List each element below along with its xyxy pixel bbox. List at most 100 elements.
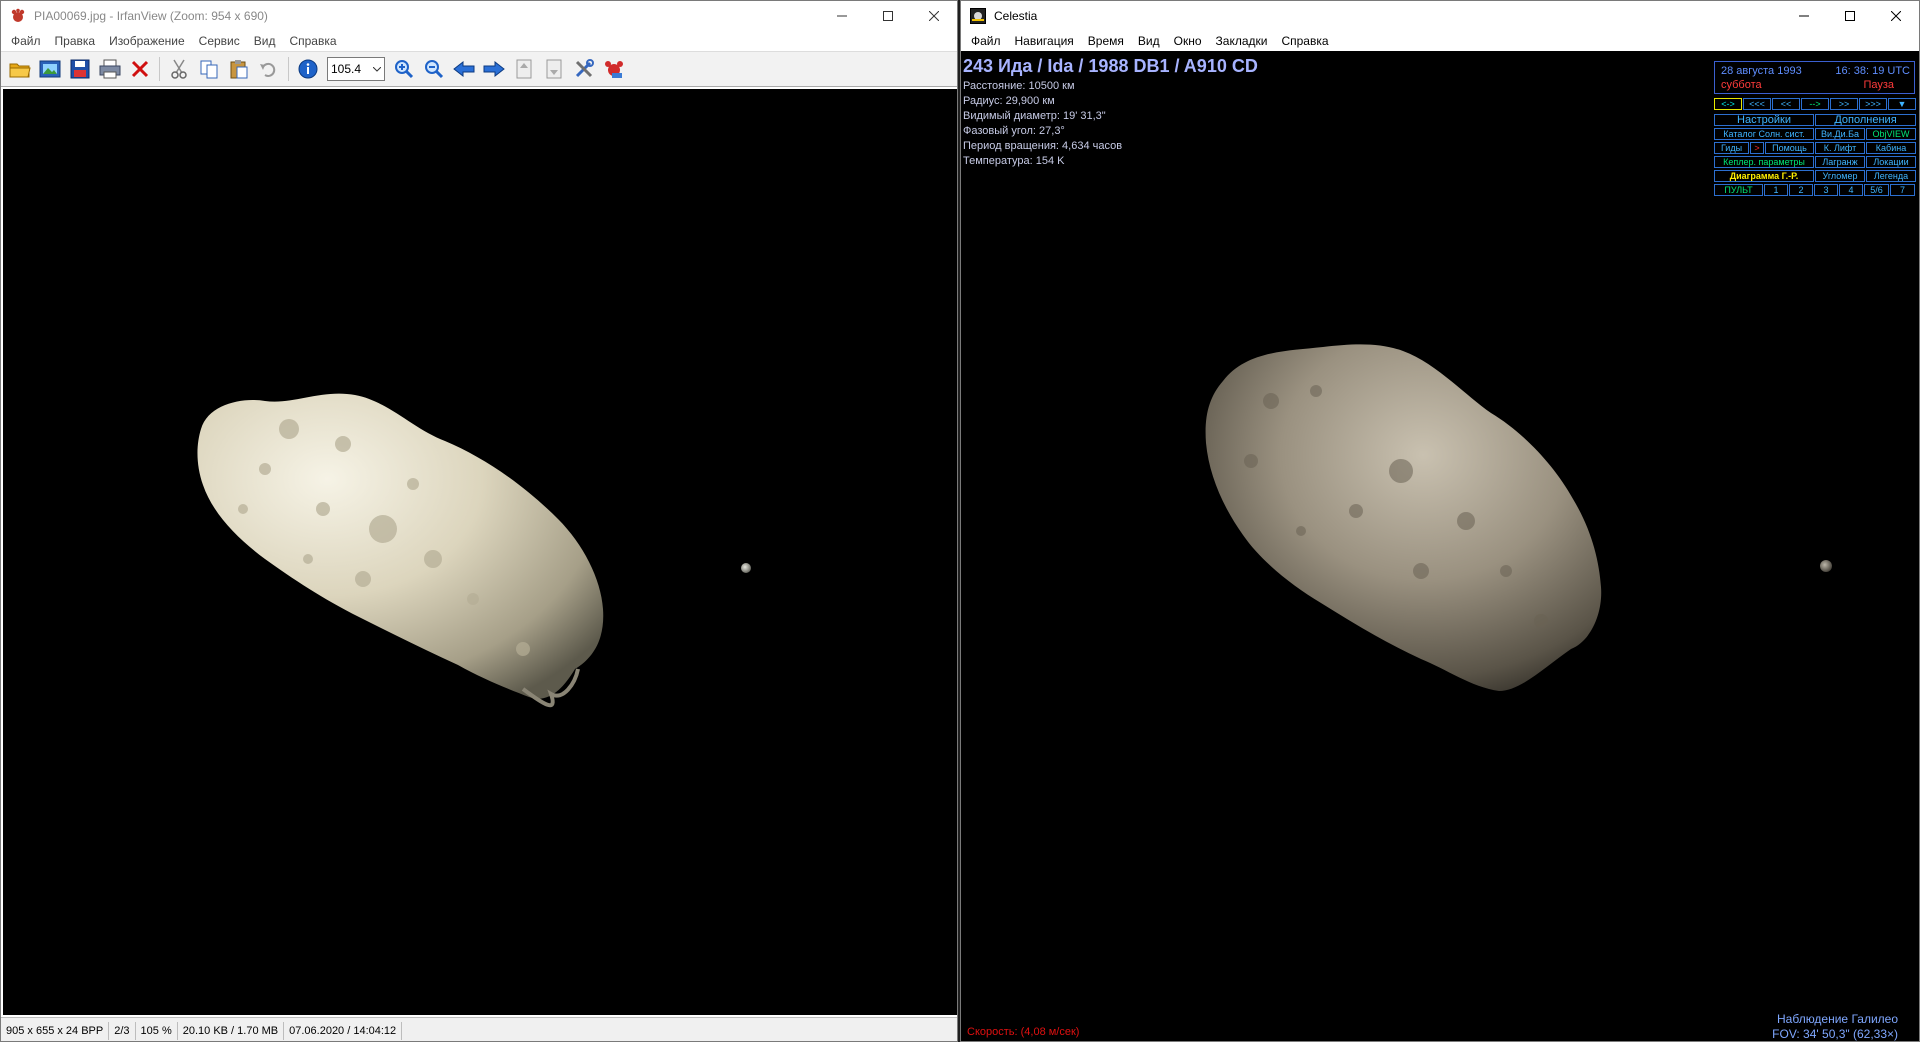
solar-catalog-button[interactable]: Каталог Солн. сист. bbox=[1714, 128, 1814, 140]
clock-date: 28 августа 1993 bbox=[1721, 65, 1802, 77]
irfanview-titlebar[interactable]: PIA00069.jpg - IrfanView (Zoom: 954 x 69… bbox=[1, 1, 957, 31]
chevron-down-icon[interactable] bbox=[370, 58, 384, 80]
info-radius: Радиус: 29,900 км bbox=[963, 95, 1055, 107]
objview-button[interactable]: ObjVIEW bbox=[1866, 128, 1916, 140]
paste-icon[interactable] bbox=[226, 56, 252, 82]
reverse-time-button[interactable]: <-> bbox=[1714, 98, 1742, 110]
hr-diagram-button[interactable]: Диаграмма Г.-Р. bbox=[1714, 170, 1814, 182]
help-button[interactable]: Помощь bbox=[1765, 142, 1814, 154]
next-icon[interactable] bbox=[481, 56, 507, 82]
menu-window[interactable]: Окно bbox=[1167, 34, 1209, 48]
status-dimensions: 905 x 655 x 24 BPP bbox=[1, 1021, 110, 1040]
panel-row: Каталог Солн. сист. Ви.Ди.Ба ObjVIEW bbox=[1714, 128, 1916, 140]
object-info: Расстояние: 10500 км Радиус: 29,900 км В… bbox=[963, 79, 1122, 169]
lagrange-button[interactable]: Лагранж bbox=[1815, 156, 1865, 168]
rewind-button[interactable]: << bbox=[1772, 98, 1800, 110]
menu-file[interactable]: Файл bbox=[964, 34, 1008, 48]
panel-row: Диаграмма Г.-Р. Угломер Легенда bbox=[1714, 170, 1916, 182]
protractor-button[interactable]: Угломер bbox=[1815, 170, 1865, 182]
panel-row: Гиды > Помощь К. Лифт Кабина bbox=[1714, 142, 1916, 154]
preset-7-button[interactable]: 7 bbox=[1890, 184, 1915, 196]
panel-row: ПУЛЬТ 1 2 3 4 5/6 7 bbox=[1714, 184, 1916, 196]
preset-2-button[interactable]: 2 bbox=[1789, 184, 1813, 196]
object-title: 243 Ида / Ida / 1988 DB1 / A910 CD bbox=[963, 56, 1258, 76]
print-icon[interactable] bbox=[97, 56, 123, 82]
toolbar-separator bbox=[288, 57, 289, 81]
settings-button[interactable]: Настройки bbox=[1714, 114, 1814, 126]
menu-image[interactable]: Изображение bbox=[102, 34, 192, 48]
panel-toggle-button[interactable]: ▼ bbox=[1888, 98, 1916, 110]
menu-help[interactable]: Справка bbox=[1274, 34, 1335, 48]
celestia-titlebar[interactable]: Celestia bbox=[961, 1, 1919, 31]
legend-button[interactable]: Легенда bbox=[1866, 170, 1916, 182]
panel-row: Кеплер. параметры Лагранж Локации bbox=[1714, 156, 1916, 168]
cabin-button[interactable]: Кабина bbox=[1866, 142, 1916, 154]
maximize-button[interactable] bbox=[1827, 1, 1873, 31]
wikidb-button[interactable]: Ви.Ди.Ба bbox=[1815, 128, 1865, 140]
close-button[interactable] bbox=[1873, 1, 1919, 31]
settings-icon[interactable] bbox=[571, 56, 597, 82]
copy-icon[interactable] bbox=[196, 56, 222, 82]
addons-button[interactable]: Дополнения bbox=[1815, 114, 1916, 126]
time-display: 28 августа 1993 16: 38: 19 UTC суббота П… bbox=[1714, 61, 1915, 94]
menu-time[interactable]: Время bbox=[1081, 34, 1131, 48]
cut-icon[interactable] bbox=[166, 56, 192, 82]
save-icon[interactable] bbox=[67, 56, 93, 82]
clock-weekday: суббота bbox=[1721, 79, 1762, 91]
maximize-button[interactable] bbox=[865, 1, 911, 31]
speed-readout: Скорость: (4,08 м/сек) bbox=[967, 1026, 1080, 1038]
slideshow-icon[interactable] bbox=[37, 56, 63, 82]
celestia-3d-view[interactable]: 243 Ида / Ida / 1988 DB1 / A910 CD Расст… bbox=[961, 51, 1919, 1041]
preset-1-button[interactable]: 1 bbox=[1764, 184, 1788, 196]
preset-56-button[interactable]: 5/6 bbox=[1864, 184, 1889, 196]
open-folder-icon[interactable] bbox=[7, 56, 33, 82]
info-icon[interactable] bbox=[295, 56, 321, 82]
menu-file[interactable]: Файл bbox=[4, 34, 48, 48]
zoom-in-icon[interactable] bbox=[391, 56, 417, 82]
locations-button[interactable]: Локации bbox=[1866, 156, 1916, 168]
preset-3-button[interactable]: 3 bbox=[1814, 184, 1838, 196]
irfanview-window: PIA00069.jpg - IrfanView (Zoom: 954 x 69… bbox=[0, 0, 958, 1042]
zoom-out-icon[interactable] bbox=[421, 56, 447, 82]
asteroid-ida-image bbox=[197, 393, 751, 708]
undo-icon[interactable] bbox=[256, 56, 282, 82]
irfanview-toolbar: 105.4 bbox=[1, 51, 957, 87]
previous-icon[interactable] bbox=[451, 56, 477, 82]
menu-view[interactable]: Вид bbox=[1131, 34, 1167, 48]
menu-bookmarks[interactable]: Закладки bbox=[1209, 34, 1275, 48]
fastest-forward-button[interactable]: >>> bbox=[1859, 98, 1887, 110]
close-button[interactable] bbox=[911, 1, 957, 31]
minimize-button[interactable] bbox=[819, 1, 865, 31]
panel-row: Настройки Дополнения bbox=[1714, 114, 1916, 126]
preset-4-button[interactable]: 4 bbox=[1839, 184, 1863, 196]
last-page-icon[interactable] bbox=[541, 56, 567, 82]
space-lift-button[interactable]: К. Лифт bbox=[1815, 142, 1865, 154]
menu-edit[interactable]: Правка bbox=[48, 34, 103, 48]
menu-help[interactable]: Справка bbox=[282, 34, 343, 48]
forward-button[interactable]: >> bbox=[1830, 98, 1858, 110]
minimize-button[interactable] bbox=[1781, 1, 1827, 31]
guides-expand-button[interactable]: > bbox=[1750, 142, 1764, 154]
first-page-icon[interactable] bbox=[511, 56, 537, 82]
time-controls: <-> <<< << --> >> >>> ▼ bbox=[1714, 98, 1916, 110]
irfanview-logo-icon bbox=[10, 8, 26, 24]
image-canvas[interactable] bbox=[3, 89, 957, 1015]
irfanview-menubar: Файл Правка Изображение Сервис Вид Справ… bbox=[1, 31, 957, 51]
fastest-rewind-button[interactable]: <<< bbox=[1743, 98, 1771, 110]
window-title: PIA00069.jpg - IrfanView (Zoom: 954 x 69… bbox=[34, 9, 268, 23]
guides-button[interactable]: Гиды bbox=[1714, 142, 1749, 154]
realtime-button[interactable]: --> bbox=[1801, 98, 1829, 110]
delete-icon[interactable] bbox=[127, 56, 153, 82]
plugin-icon[interactable] bbox=[601, 56, 627, 82]
clock-status: Пауза bbox=[1863, 79, 1894, 91]
console-button[interactable]: ПУЛЬТ bbox=[1714, 184, 1763, 196]
menu-options[interactable]: Сервис bbox=[192, 34, 247, 48]
zoom-select[interactable]: 105.4 bbox=[327, 57, 385, 81]
clock-time: 16: 38: 19 UTC bbox=[1835, 65, 1910, 77]
status-index: 2/3 bbox=[109, 1021, 136, 1040]
kepler-parameters-button[interactable]: Кеплер. параметры bbox=[1714, 156, 1814, 168]
menu-navigation[interactable]: Навигация bbox=[1008, 34, 1081, 48]
fov-readout: FOV: 34' 50,3" (62,33×) bbox=[1772, 1027, 1898, 1041]
status-filesize: 20.10 KB / 1.70 MB bbox=[178, 1021, 285, 1040]
menu-view[interactable]: Вид bbox=[247, 34, 283, 48]
